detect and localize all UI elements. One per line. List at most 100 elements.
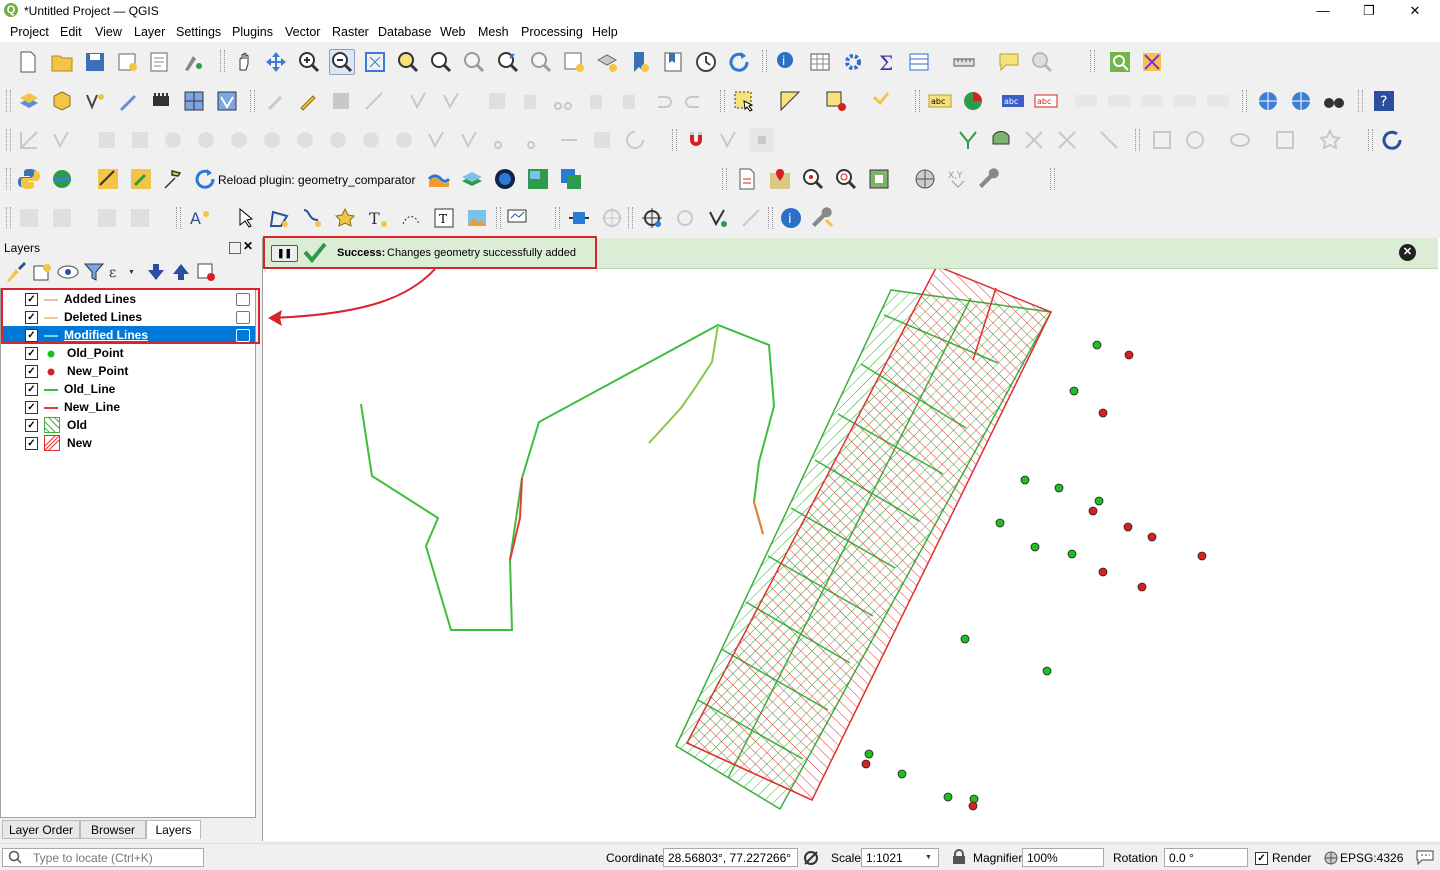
new-3d-map-view-icon[interactable] [595,50,619,74]
information-icon[interactable]: i [779,206,803,230]
paste-features-icon[interactable] [617,89,641,113]
form-annotation-icon[interactable] [95,206,119,230]
rotate-label-icon[interactable] [1140,89,1164,113]
move-feature-icon[interactable] [440,89,464,113]
refresh-icon[interactable] [727,50,751,74]
python-console-icon[interactable] [17,167,41,191]
snapping-magnet-icon[interactable] [684,128,708,152]
add-pin-icon[interactable] [768,167,792,191]
simplify-feature-icon[interactable] [425,128,449,152]
plugin-settings-wrench-icon[interactable] [979,167,1003,191]
xyz-tiles-icon[interactable] [526,167,550,191]
layer-item-old[interactable]: ✓ Old [1,416,255,434]
snapping-mode-icon[interactable] [717,128,741,152]
menu-plugins[interactable]: Plugins [232,25,273,39]
filter-expression-icon[interactable]: ε [106,260,126,281]
style-manager-brush-icon[interactable] [4,260,26,282]
gps-toolbar-icon[interactable] [506,206,530,230]
help-icon[interactable]: ? [1372,89,1396,113]
new-scratch-layer-icon[interactable] [116,89,140,113]
pan-map-icon[interactable] [232,50,256,74]
menu-layer[interactable]: Layer [134,25,165,39]
close-circle-icon[interactable]: ✕ [1399,244,1416,261]
identify-features-icon[interactable]: i [775,50,799,74]
shape-rectangle-icon[interactable] [1150,128,1174,152]
html-annotation-icon[interactable] [128,206,152,230]
xy-tools-icon[interactable]: X,Y [946,167,970,191]
plugin-globe-icon[interactable] [50,167,74,191]
shape-star-icon[interactable] [1318,128,1342,152]
layer-item-old-point[interactable]: ✓ Old_Point [1,344,255,362]
style-manager-icon[interactable] [181,50,205,74]
tab-browser[interactable]: Browser [80,820,146,839]
gps-add-vertex-icon[interactable] [673,206,697,230]
layer-stack-icon[interactable] [460,167,484,191]
merge-attributes-icon[interactable] [524,128,548,152]
restore-button[interactable]: ❐ [1346,0,1392,22]
chevron-down-icon[interactable]: ▼ [925,854,933,862]
diagram-tool-icon[interactable] [961,89,985,113]
show-bookmarks-icon[interactable] [661,50,685,74]
zoom-to-point-icon[interactable] [834,167,858,191]
georeferencer-icon[interactable] [1380,128,1404,152]
attribute-table-icon[interactable] [907,50,931,74]
highlight-pinned-labels-icon[interactable]: abc [1001,89,1025,113]
layer-item-old-line[interactable]: ✓ Old_Line [1,380,255,398]
rotation-field[interactable]: 0.0 ° [1164,848,1248,867]
shortest-path-icon[interactable] [96,167,120,191]
shape-circle-icon[interactable] [1183,128,1207,152]
change-label-icon[interactable] [1173,89,1197,113]
menu-vector[interactable]: Vector [285,25,320,39]
layer-item-new[interactable]: ✓ New [1,434,255,452]
terrain-profile-icon[interactable] [427,167,451,191]
shape-regular-polygon-icon[interactable] [1273,128,1297,152]
label-properties-icon[interactable] [1206,89,1230,113]
offset-curve-icon[interactable] [293,128,317,152]
find-location-icon[interactable] [801,167,825,191]
digitizing-vertex-icon[interactable] [706,206,730,230]
add-vector-layer-icon[interactable] [215,89,239,113]
current-edits-icon[interactable] [263,89,287,113]
label-tool-icon[interactable]: abc [928,89,952,113]
move-label-icon[interactable] [1107,89,1131,113]
earth-icon[interactable] [493,167,517,191]
reload-plugin-label[interactable]: Reload plugin: geometry_comparator [218,173,415,187]
vertex-tool-icon[interactable] [407,89,431,113]
rotate-feature-icon[interactable] [590,128,614,152]
reverse-line-icon[interactable] [557,128,581,152]
split-parts-icon[interactable] [491,128,515,152]
measure-line-icon[interactable] [952,50,976,74]
digitize-line-icon[interactable] [362,89,386,113]
close-panel-icon[interactable]: ✕ [243,239,253,253]
statistical-summary-icon[interactable]: Σ [874,50,898,75]
new-virtual-layer-icon[interactable] [149,89,173,113]
zoom-out-icon[interactable] [329,49,355,75]
zoom-full-icon[interactable] [363,50,387,74]
hammer-icon[interactable] [162,167,186,191]
snap-intersection-icon[interactable] [989,128,1013,152]
add-text-annotation-icon[interactable]: A [188,206,212,230]
undo-icon[interactable] [650,89,674,113]
split-features-icon[interactable] [326,128,350,152]
geometry-checker-icon[interactable] [1140,50,1164,74]
reshape-features-icon[interactable] [260,128,284,152]
create-polygon-annotation-icon[interactable] [267,206,291,230]
coordinate-field[interactable]: 28.56803°, 77.227266° [663,848,798,867]
processing-toolbox-icon[interactable] [841,50,865,74]
tracing-icon[interactable] [1055,128,1079,152]
layer-overlay-icon[interactable] [559,167,583,191]
crs-label[interactable]: EPSG:4326 [1340,851,1403,865]
create-text-along-line-icon[interactable] [399,206,423,230]
create-text-annotation-icon[interactable]: T [366,206,390,230]
avoid-overlap-icon[interactable] [1097,128,1121,152]
remove-layer-icon[interactable] [194,260,215,281]
menu-web[interactable]: Web [440,25,465,39]
menu-mesh[interactable]: Mesh [478,25,509,39]
topological-editing-icon[interactable] [956,128,980,152]
zoom-native-icon[interactable] [462,50,486,74]
metasearch-icon[interactable] [1322,89,1346,113]
quickosm-icon[interactable] [1108,50,1132,74]
save-layer-edits-icon[interactable] [329,89,353,113]
save-project-icon[interactable] [83,50,107,74]
pin-labels-icon[interactable]: abc [1034,89,1058,113]
